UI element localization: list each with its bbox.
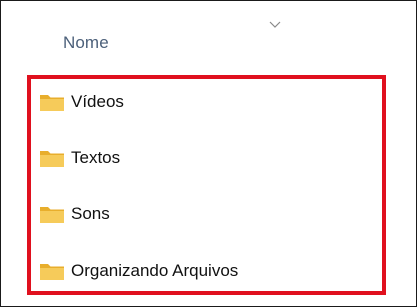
file-list-pane: Nome Vídeos Textos Sons Organizando Arqu… <box>0 0 417 307</box>
list-item-label: Organizando Arquivos <box>71 261 239 280</box>
folder-icon <box>40 151 64 167</box>
list-item-label: Vídeos <box>71 92 124 111</box>
folder-icon <box>40 95 64 111</box>
chevron-down-icon[interactable] <box>269 21 281 29</box>
list-item-textos[interactable]: Textos <box>39 143 120 173</box>
list-item-label: Textos <box>71 148 121 167</box>
list-item-videos[interactable]: Vídeos <box>39 87 124 117</box>
list-item-sons[interactable]: Sons <box>39 199 110 229</box>
list-item-organizando-arquivos[interactable]: Organizando Arquivos <box>39 256 238 286</box>
folder-icon <box>40 264 64 280</box>
list-item-label: Sons <box>71 204 110 223</box>
column-header-name[interactable]: Nome <box>63 33 109 53</box>
folder-icon <box>40 207 64 223</box>
